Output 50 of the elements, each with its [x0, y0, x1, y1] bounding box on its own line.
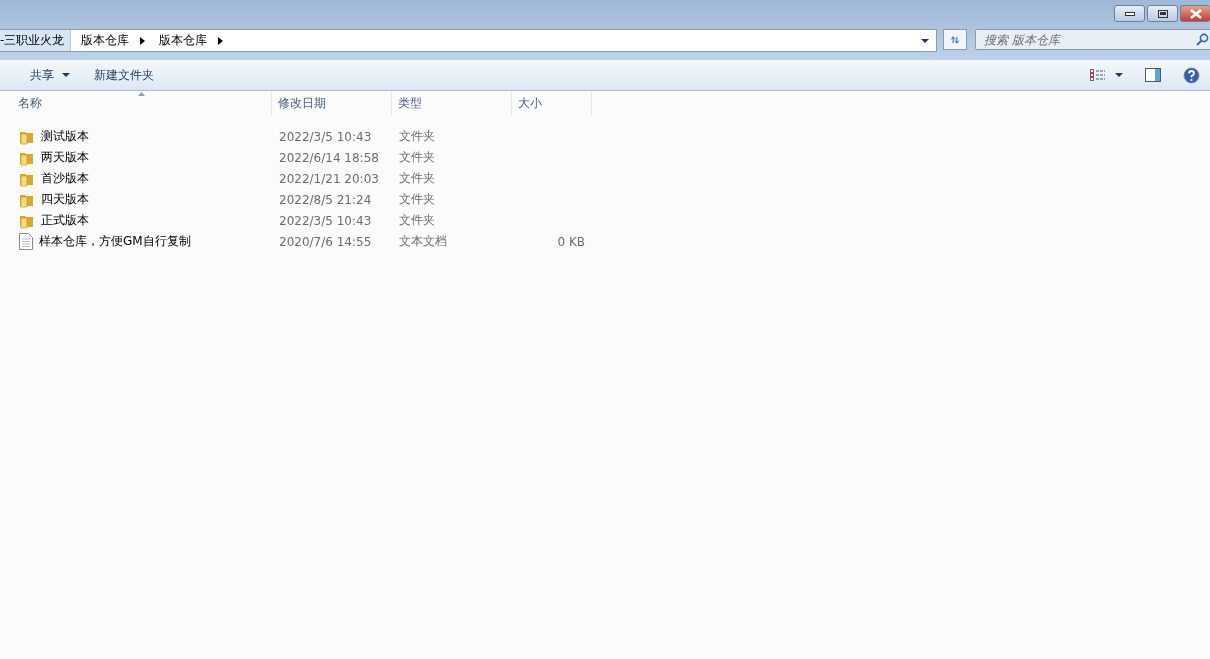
column-header[interactable]: 大小 — [512, 91, 592, 116]
dropdown-caret-icon — [1115, 73, 1123, 77]
modified-date: 2022/3/5 10:43 — [278, 213, 373, 228]
file-type: 文件夹 — [398, 128, 436, 145]
minimize-button[interactable] — [1114, 5, 1145, 22]
refresh-button[interactable] — [943, 29, 967, 50]
chevron-icon — [217, 36, 225, 45]
search-field[interactable]: 搜索 版本仓库 — [975, 29, 1210, 50]
preview-pane-button[interactable] — [1145, 68, 1161, 82]
modified-date: 2022/8/5 21:24 — [278, 192, 373, 207]
file-name[interactable]: 测试版本 — [41, 128, 89, 145]
dropdown-caret-icon — [62, 73, 70, 77]
address-bar[interactable]: -三职业火龙 版本仓库 版本仓库 — [0, 29, 937, 52]
help-icon — [1183, 66, 1200, 84]
column-header[interactable]: 修改日期 — [272, 91, 392, 116]
maximize-icon — [1157, 9, 1168, 18]
file-type: 文件夹 — [398, 212, 436, 229]
column-header[interactable]: 类型 — [392, 91, 512, 116]
modified-date: 2022/1/21 20:03 — [278, 171, 380, 186]
file-type: 文本文档 — [398, 233, 448, 250]
view-options-button[interactable] — [1090, 68, 1123, 82]
close-button[interactable] — [1180, 5, 1210, 22]
sort-arrow-icon — [138, 92, 145, 96]
file-name[interactable]: 两天版本 — [41, 149, 89, 166]
file-type: 文件夹 — [398, 191, 436, 208]
file-name[interactable]: 四天版本 — [41, 191, 89, 208]
file-type: 文件夹 — [398, 170, 436, 187]
chevron-icon — [139, 36, 147, 45]
breadcrumb[interactable]: 版本仓库 — [76, 30, 155, 51]
search-icon — [1196, 33, 1209, 46]
toolbar-button[interactable]: 新建文件夹 — [86, 62, 162, 88]
modified-date: 2022/6/14 18:58 — [278, 150, 380, 165]
file-name[interactable]: 首沙版本 — [41, 170, 89, 187]
minimize-icon — [1124, 11, 1135, 16]
breadcrumb[interactable]: 版本仓库 — [154, 30, 233, 51]
document-icon — [19, 233, 33, 250]
close-icon — [1189, 8, 1202, 19]
dropdown-caret-icon — [921, 38, 929, 43]
modified-date: 2022/3/5 10:43 — [278, 129, 373, 144]
breadcrumb[interactable]: -三职业火龙 — [0, 30, 72, 51]
pane-icon — [1145, 68, 1161, 82]
file-type: 文件夹 — [398, 149, 436, 166]
file-name[interactable]: 样本仓库，方便GM自行复制 — [39, 233, 191, 250]
modified-date: 2020/7/6 14:55 — [278, 234, 373, 249]
details-view-icon — [1090, 68, 1105, 82]
file-name[interactable]: 正式版本 — [41, 212, 89, 229]
file-size: 0 KB — [556, 234, 585, 249]
maximize-button[interactable] — [1147, 5, 1178, 22]
toolbar-button[interactable]: 共享 — [22, 62, 78, 88]
help-button[interactable] — [1183, 66, 1200, 84]
